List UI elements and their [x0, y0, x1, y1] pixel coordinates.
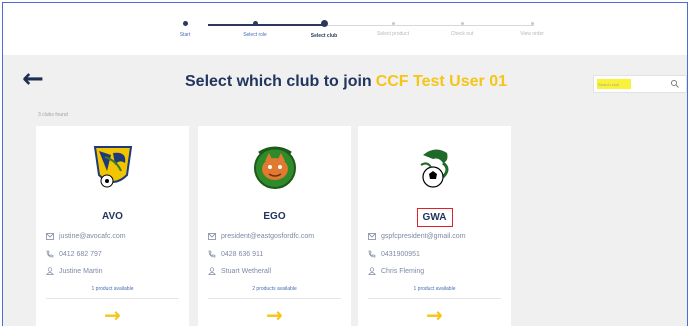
step-dot [391, 22, 395, 25]
club-card-ego[interactable]: EGO president@eastgosfordfc.com 0428 636… [198, 126, 351, 326]
page-title: Select which club to join CCF Test User 0… [3, 73, 689, 91]
gwandalan-fc-crest-icon [419, 149, 448, 188]
step-dot [252, 21, 258, 26]
club-email[interactable]: president@eastgosfordfc.com [208, 233, 314, 240]
club-phone[interactable]: 0412 682 797 [46, 250, 102, 258]
user-icon [368, 267, 376, 275]
club-email-text: gspfcpresident@gmail.com [381, 233, 466, 240]
club-email-text: president@eastgosfordfc.com [221, 233, 315, 240]
products-available: 2 products available [252, 286, 297, 292]
step-label: View order [520, 31, 544, 37]
results-count: 3 clubs found [38, 112, 68, 118]
step-dot [460, 22, 464, 25]
step-select-role[interactable]: Select role [223, 9, 287, 38]
step-label: Start [179, 32, 191, 38]
club-contact: Justine Martin [46, 267, 103, 275]
products-available: 1 product available [91, 286, 134, 292]
club-phone-text: 0431900951 [381, 250, 420, 258]
step-select-product: Select product [361, 9, 425, 37]
avoca-fc-crest-icon [93, 146, 132, 188]
user-icon [46, 267, 54, 275]
progress-stepper: Start Select role Select club Select pro… [3, 9, 687, 49]
mail-icon [208, 233, 216, 240]
club-email[interactable]: gspfcpresident@gmail.com [368, 233, 466, 240]
arrow-right-icon[interactable]: → [104, 303, 121, 326]
club-phone-text: 0412 682 797 [59, 250, 102, 258]
step-dot [182, 21, 188, 26]
club-contact-text: Chris Fleming [381, 267, 425, 275]
club-name: EGO [263, 211, 286, 222]
card-divider [368, 298, 501, 299]
app-window: Start Select role Select club Select pro… [2, 2, 688, 326]
step-label: Check out [450, 31, 474, 37]
products-available: 1 product available [413, 286, 456, 292]
user-name: CCF Test User 01 [375, 73, 507, 90]
step-start[interactable]: Start [153, 9, 217, 38]
club-contact-text: Justine Martin [59, 267, 103, 275]
east-gosford-fc-crest-icon [253, 146, 296, 189]
club-name: AVO [102, 211, 123, 222]
club-email[interactable]: justine@avocafc.com [46, 233, 126, 240]
club-contact: Stuart Wetherall [208, 267, 271, 275]
card-divider [46, 298, 179, 299]
top-bar: Start Select role Select club Select pro… [3, 3, 687, 55]
card-divider [208, 298, 341, 299]
phone-icon [368, 250, 376, 258]
search-icon[interactable] [670, 79, 680, 89]
mail-icon [368, 233, 376, 240]
search-box[interactable] [593, 75, 687, 93]
page-title-text: Select which club to join [185, 73, 372, 90]
arrow-right-icon[interactable]: → [426, 303, 443, 326]
club-card-avo[interactable]: AVO justine@avocafc.com 0412 682 797 Jus… [36, 126, 189, 326]
user-icon [208, 267, 216, 275]
club-phone[interactable]: 0431900951 [368, 250, 420, 258]
arrow-right-icon[interactable]: → [266, 303, 283, 326]
step-label: Select role [243, 32, 267, 38]
search-input[interactable] [597, 79, 631, 89]
step-label: Select club [310, 33, 338, 39]
club-phone-text: 0428 636 911 [221, 250, 264, 258]
step-view-order: View order [500, 9, 564, 37]
club-contact-text: Stuart Wetherall [221, 267, 272, 275]
club-phone[interactable]: 0428 636 911 [208, 250, 263, 258]
club-name: GWA [416, 208, 453, 227]
step-check-out: Check out [430, 9, 494, 37]
phone-icon [46, 250, 54, 258]
club-contact: Chris Fleming [368, 267, 424, 275]
phone-icon [208, 250, 216, 258]
mail-icon [46, 233, 54, 240]
step-select-club[interactable]: Select club [292, 9, 356, 39]
club-email-text: justine@avocafc.com [59, 233, 126, 240]
step-dot-current [320, 20, 328, 27]
step-label: Select product [377, 31, 409, 37]
club-card-gwa[interactable]: GWA gspfcpresident@gmail.com 0431900951 … [358, 126, 511, 326]
step-dot [530, 22, 534, 25]
